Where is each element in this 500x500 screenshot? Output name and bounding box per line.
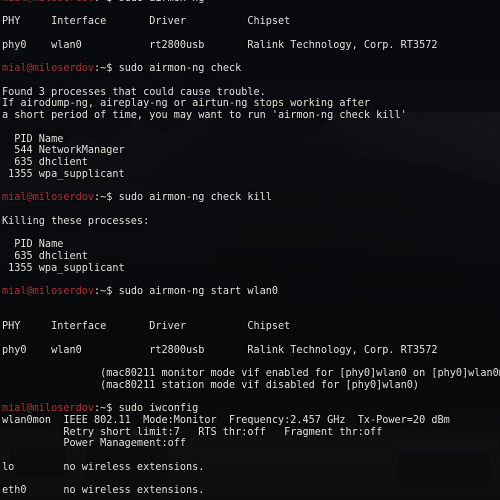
output-text: (mac80211 monitor mode vif enabled for [… (2, 368, 500, 379)
terminal-output-line: Found 3 processes that could cause troub… (2, 87, 498, 99)
output-text: 1355 wpa_supplicant (2, 168, 125, 180)
terminal-output-line: 635 dhclient (2, 157, 498, 169)
prompt-separator: :~$ (94, 192, 119, 204)
output-text: Power Management:off (2, 438, 187, 450)
output-text: eth0 no wireless extensions. (2, 485, 205, 497)
terminal-output-line: phy0 wlan0 rt2800usb Ralink Technology, … (2, 345, 498, 357)
terminal-command: sudo airmon-ng (119, 0, 205, 4)
output-text: lo no wireless extensions. (2, 461, 205, 473)
prompt-user-host: mial@miloserdov (2, 192, 95, 204)
terminal-prompt-line[interactable]: mial@miloserdov:~$ sudo airmon-ng start … (2, 286, 498, 298)
terminal-output-line: If airodump-ng, aireplay-ng or airtun-ng… (2, 98, 498, 110)
prompt-user-host: mial@miloserdov (2, 403, 95, 415)
output-text: wlan0mon IEEE 802.11 Mode:Monitor Freque… (2, 414, 450, 426)
terminal-output-line: 635 dhclient (2, 251, 498, 263)
terminal-output-line: PHY Interface Driver Chipset (2, 321, 498, 333)
output-text: 635 dhclient (2, 157, 88, 169)
terminal-output-line: Killing these processes: (2, 216, 498, 228)
output-text: 544 NetworkManager (2, 145, 125, 157)
output-text: Retry short limit:7 RTS thr:off Fragment… (2, 426, 383, 438)
output-text: phy0 wlan0 rt2800usb Ralink Technology, … (2, 39, 438, 51)
output-text: PHY Interface Driver Chipset (2, 16, 291, 28)
terminal-output-area[interactable]: mial@miloserdov:~$ sudo airmon-ngPHY Int… (0, 0, 500, 500)
terminal-command: sudo airmon-ng check kill (118, 192, 272, 204)
prompt-separator: :~$ (94, 403, 119, 415)
output-text: PID Name (2, 239, 64, 251)
terminal-prompt-line[interactable]: mial@miloserdov:~$ sudo iwconfig (2, 403, 498, 415)
terminal-output-line: Retry short limit:7 RTS thr:off Fragment… (2, 427, 498, 439)
terminal-output-line: 544 NetworkManager (2, 145, 498, 157)
prompt-user-host: mial@miloserdov (2, 63, 95, 75)
output-text: phy0 wlan0 rt2800usb Ralink Technology, … (2, 344, 438, 356)
prompt-separator: :~$ (94, 63, 119, 75)
terminal-output-line: (mac80211 station mode vif disabled for … (2, 380, 498, 392)
terminal-command: sudo iwconfig (118, 403, 199, 415)
output-text: 635 dhclient (2, 250, 88, 262)
terminal-output-line: wlan0mon IEEE 802.11 Mode:Monitor Freque… (2, 415, 498, 427)
terminal-output-line: PID Name (2, 134, 498, 146)
terminal-output-line: phy0 wlan0 rt2800usb Ralink Technology, … (2, 40, 498, 52)
output-text: If airodump-ng, aireplay-ng or airtun-ng… (2, 98, 371, 110)
output-text: Found 3 processes that could cause troub… (2, 86, 266, 98)
terminal-window[interactable]: mial@miloserdov:~$ sudo airmon-ngPHY Int… (0, 0, 500, 500)
terminal-output-line: lo no wireless extensions. (2, 462, 498, 474)
prompt-separator: :~$ (94, 285, 119, 297)
output-text: (mac80211 station mode vif disabled for … (2, 379, 420, 391)
prompt-user-host: mial@miloserdov (2, 0, 94, 4)
terminal-output-line: (mac80211 monitor mode vif enabled for [… (2, 368, 500, 380)
terminal-prompt-line[interactable]: mial@miloserdov:~$ sudo airmon-ng check … (2, 192, 498, 204)
terminal-output-line: Power Management:off (2, 438, 498, 450)
terminal-output-line: 1355 wpa_supplicant (2, 263, 498, 275)
terminal-output-line: a short period of time, you may want to … (2, 110, 498, 122)
output-text: PHY Interface Driver Chipset (2, 321, 291, 333)
output-text: PID Name (2, 133, 64, 145)
output-text: a short period of time, you may want to … (2, 110, 407, 122)
terminal-output-line: eth0 no wireless extensions. (2, 485, 498, 497)
output-text: 1355 wpa_supplicant (2, 262, 125, 274)
terminal-output-line: PID Name (2, 239, 498, 251)
prompt-separator: :~$ (94, 0, 119, 4)
prompt-user-host: mial@miloserdov (2, 285, 95, 297)
terminal-command: sudo airmon-ng start wlan0 (118, 285, 279, 297)
terminal-prompt-line[interactable]: mial@miloserdov:~$ sudo airmon-ng check (2, 63, 498, 75)
output-text: Killing these processes: (2, 215, 150, 227)
terminal-command: sudo airmon-ng check (118, 63, 242, 75)
terminal-output-line: 1355 wpa_supplicant (2, 169, 498, 181)
terminal-output-line: PHY Interface Driver Chipset (2, 16, 498, 28)
